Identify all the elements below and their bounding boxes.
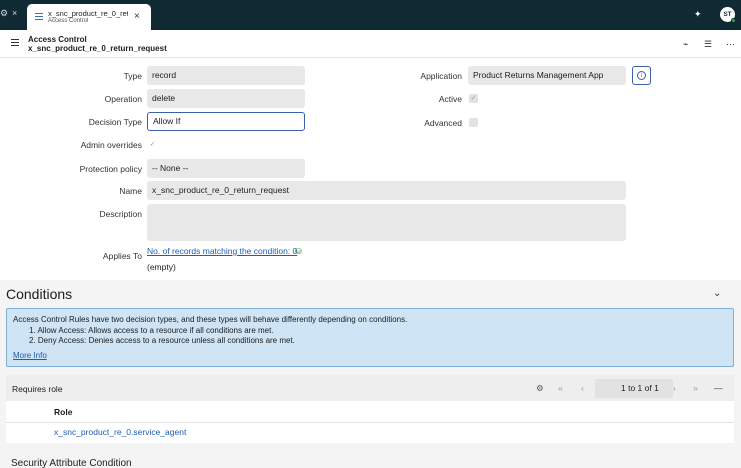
operation-label: Operation bbox=[104, 94, 142, 104]
application-info-button[interactable]: i bbox=[632, 66, 651, 85]
condition-icon[interactable]: ⛁ bbox=[295, 247, 302, 256]
first-page-icon[interactable]: « bbox=[558, 383, 563, 393]
info-line: 2. Deny Access: Denies access to a resou… bbox=[29, 336, 295, 345]
name-field[interactable]: x_snc_product_re_0_return_request bbox=[147, 181, 626, 200]
protection-policy-label: Protection policy bbox=[79, 164, 142, 174]
applies-to-label: Applies To bbox=[102, 251, 142, 261]
top-navigation-bar: ⚙ × x_snc_product_re_0_return_request Ac… bbox=[0, 0, 741, 30]
conditions-section-title: Conditions bbox=[6, 286, 73, 302]
type-label: Type bbox=[123, 71, 142, 81]
tab-subtitle: Access Control bbox=[48, 18, 89, 24]
sparkle-icon[interactable]: ✦ bbox=[694, 9, 702, 20]
application-label: Application bbox=[420, 71, 462, 81]
tab-title: x_snc_product_re_0_return_request bbox=[48, 9, 128, 18]
applies-to-link[interactable]: No. of records matching the condition: 0 bbox=[147, 246, 297, 256]
more-info-link[interactable]: More Info bbox=[13, 351, 47, 362]
info-line: Access Control Rules have two decision t… bbox=[13, 315, 408, 324]
active-tab[interactable]: x_snc_product_re_0_return_request Access… bbox=[27, 4, 151, 30]
description-textarea[interactable] bbox=[147, 204, 626, 241]
advanced-checkbox[interactable] bbox=[469, 118, 478, 127]
record-name: x_snc_product_re_0_return_request bbox=[28, 44, 167, 53]
active-checkbox[interactable]: ✓ bbox=[469, 94, 478, 103]
applies-to-value: (empty) bbox=[147, 262, 176, 272]
close-tab-icon[interactable]: × bbox=[134, 11, 140, 22]
avatar[interactable]: ST bbox=[720, 7, 736, 23]
avatar-initials: ST bbox=[723, 11, 732, 18]
role-column-header[interactable]: Role bbox=[54, 407, 72, 417]
admin-overrides-checkbox[interactable]: ✓ bbox=[148, 140, 157, 149]
list-icon bbox=[35, 13, 43, 21]
active-label: Active bbox=[438, 94, 462, 104]
chevron-down-icon[interactable]: ⌄ bbox=[713, 288, 721, 299]
decision-type-label: Decision Type bbox=[88, 117, 142, 127]
close-icon[interactable]: × bbox=[12, 8, 17, 18]
role-row-link[interactable]: x_snc_product_re_0.service_agent bbox=[54, 427, 186, 437]
security-attribute-condition-title: Security Attribute Condition bbox=[11, 458, 132, 468]
collapse-icon[interactable]: — bbox=[714, 383, 723, 393]
type-field[interactable]: record bbox=[147, 66, 305, 85]
presence-indicator bbox=[731, 18, 736, 23]
gear-icon: ⚙ bbox=[0, 8, 9, 18]
requires-role-title: Requires role bbox=[12, 384, 63, 394]
previous-page-icon[interactable]: ‹ bbox=[581, 383, 584, 393]
application-field[interactable]: Product Returns Management App bbox=[468, 66, 626, 85]
admin-overrides-label: Admin overrides bbox=[80, 140, 142, 150]
pagination-text: 1 to 1 of 1 bbox=[621, 383, 659, 393]
previous-tab[interactable]: ⚙ × bbox=[0, 8, 17, 19]
gear-icon[interactable]: ⚙ bbox=[536, 383, 544, 394]
requires-role-list: Requires role ⚙ « ‹ 1 to 1 of 1 › » — Ro… bbox=[6, 375, 734, 443]
hamburger-menu-icon[interactable] bbox=[11, 39, 19, 48]
next-page-icon[interactable]: › bbox=[673, 383, 676, 393]
requires-role-header: Requires role ⚙ « ‹ 1 to 1 of 1 › » — bbox=[6, 375, 734, 401]
info-line: 1. Allow Access: Allows access to a reso… bbox=[29, 325, 274, 335]
divider bbox=[6, 422, 734, 423]
info-icon: i bbox=[637, 71, 646, 80]
more-options-icon[interactable]: ⋯ bbox=[726, 39, 735, 50]
name-label: Name bbox=[119, 186, 142, 196]
activity-icon[interactable]: ⌁ bbox=[683, 39, 688, 50]
protection-policy-select[interactable]: -- None -- bbox=[147, 159, 305, 178]
decision-type-select[interactable]: Allow If bbox=[147, 112, 305, 131]
conditions-info-box: Access Control Rules have two decision t… bbox=[6, 308, 734, 367]
operation-field[interactable]: delete bbox=[147, 89, 305, 108]
description-label: Description bbox=[99, 209, 142, 219]
record-header: Access Control x_snc_product_re_0_return… bbox=[0, 30, 741, 58]
page-title: Access Control bbox=[28, 35, 87, 44]
access-control-form: Type record Operation delete Decision Ty… bbox=[0, 58, 741, 280]
pagination-display: 1 to 1 of 1 bbox=[595, 379, 673, 398]
settings-sliders-icon[interactable]: ☰ bbox=[704, 39, 712, 50]
last-page-icon[interactable]: » bbox=[693, 383, 698, 393]
advanced-label: Advanced bbox=[424, 118, 462, 128]
